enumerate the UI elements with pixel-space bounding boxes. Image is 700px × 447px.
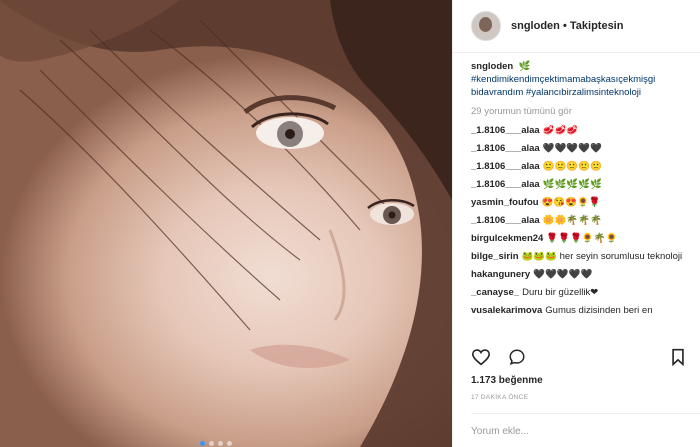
comment-text: Gumus dizisinden beri en — [545, 305, 653, 316]
follow-status-button[interactable]: Takiptesin — [570, 20, 624, 32]
comment-item: _1.8106___alaa 🌿🌿🌿🌿🌿 — [471, 178, 692, 191]
header-text: sngloden • Takiptesin — [511, 20, 623, 32]
comment-item: _1.8106___alaa 🖤🖤🖤🖤🖤 — [471, 142, 692, 155]
avatar[interactable] — [471, 11, 501, 41]
comment-username[interactable]: hakangunery — [471, 269, 530, 280]
post-side-panel: sngloden • Takiptesin sngloden 🌿 #kendim… — [452, 0, 700, 447]
comment-text: 🌿🌿🌿🌿🌿 — [542, 179, 602, 190]
comment-item: hakangunery 🖤🖤🖤🖤🖤 — [471, 268, 692, 281]
bookmark-icon[interactable] — [671, 348, 685, 366]
add-comment-input[interactable]: Yorum ekle... — [471, 413, 700, 437]
comment-item: _canayse_ Duru bir güzellik❤ — [471, 286, 692, 299]
likes-count[interactable]: 1.173 beğenme — [471, 375, 543, 386]
post-header: sngloden • Takiptesin — [453, 0, 700, 53]
comment-username[interactable]: bilge_sirin — [471, 251, 519, 262]
comment-item: vusalekarimova Gumus dizisinden beri en — [471, 304, 692, 317]
comment-item: _1.8106___alaa 🥩🥩🥩 — [471, 124, 692, 137]
comment-username[interactable]: _1.8106___alaa — [471, 161, 540, 172]
comment-username[interactable]: _1.8106___alaa — [471, 125, 540, 136]
post-timestamp[interactable]: 17 DAKİKA ÖNCE — [471, 394, 528, 401]
portrait-image — [0, 0, 452, 447]
caption: sngloden 🌿 #kendimikendimçektimamabaşkas… — [471, 60, 692, 99]
comment-item: _1.8106___alaa 🙂🙂🙂🙂🙂 — [471, 160, 692, 173]
header-separator: • — [562, 20, 567, 32]
comment-text: 🖤🖤🖤🖤🖤 — [542, 143, 602, 154]
comment-username[interactable]: birgulcekmen24 — [471, 233, 543, 244]
carousel-dot[interactable] — [227, 441, 232, 446]
action-bar — [471, 348, 684, 366]
comment-text: 🌼🌼🌴🌴🌴 — [542, 215, 602, 226]
comment-username[interactable]: _1.8106___alaa — [471, 215, 540, 226]
carousel-dot-active[interactable] — [200, 441, 205, 446]
view-all-comments-link[interactable]: 29 yorumun tümünü gör — [471, 105, 692, 118]
comment-icon[interactable] — [507, 348, 527, 366]
caption-emoji: 🌿 — [518, 61, 531, 72]
comments-list: sngloden 🌿 #kendimikendimçektimamabaşkas… — [471, 60, 692, 322]
comment-text: 🙂🙂🙂🙂🙂 — [542, 161, 602, 172]
comment-text: 🌹🌹🌹🌻🌴🌻 — [546, 233, 618, 244]
caption-hashtags[interactable]: #kendimikendimçektimamabaşkasıçekmişgi b… — [471, 74, 655, 98]
comment-text: Duru bir güzellik❤ — [522, 287, 599, 298]
comment-username[interactable]: yasmin_foufou — [471, 197, 539, 208]
comment-username[interactable]: _canayse_ — [471, 287, 519, 298]
comment-text: 😍😘😍🌻🌹 — [541, 197, 601, 208]
comment-item: _1.8106___alaa 🌼🌼🌴🌴🌴 — [471, 214, 692, 227]
comment-item: birgulcekmen24 🌹🌹🌹🌻🌴🌻 — [471, 232, 692, 245]
header-username[interactable]: sngloden — [511, 20, 560, 32]
comment-username[interactable]: vusalekarimova — [471, 305, 542, 316]
carousel-dot[interactable] — [218, 441, 223, 446]
comment-username[interactable]: _1.8106___alaa — [471, 143, 540, 154]
carousel-dots — [200, 433, 260, 446]
comment-text: 🖤🖤🖤🖤🖤 — [533, 269, 593, 280]
comment-text: 🐸🐸🐸 her seyin sorumlusu teknoloji — [521, 251, 683, 262]
comment-username[interactable]: _1.8106___alaa — [471, 179, 540, 190]
carousel-dot[interactable] — [209, 441, 214, 446]
comment-text: 🥩🥩🥩 — [542, 125, 579, 136]
caption-username[interactable]: sngloden — [471, 61, 513, 72]
comment-item: bilge_sirin 🐸🐸🐸 her seyin sorumlusu tekno… — [471, 250, 692, 263]
comment-item: yasmin_foufou 😍😘😍🌻🌹 — [471, 196, 692, 209]
post-photo[interactable] — [0, 0, 452, 447]
heart-icon[interactable] — [471, 348, 491, 366]
